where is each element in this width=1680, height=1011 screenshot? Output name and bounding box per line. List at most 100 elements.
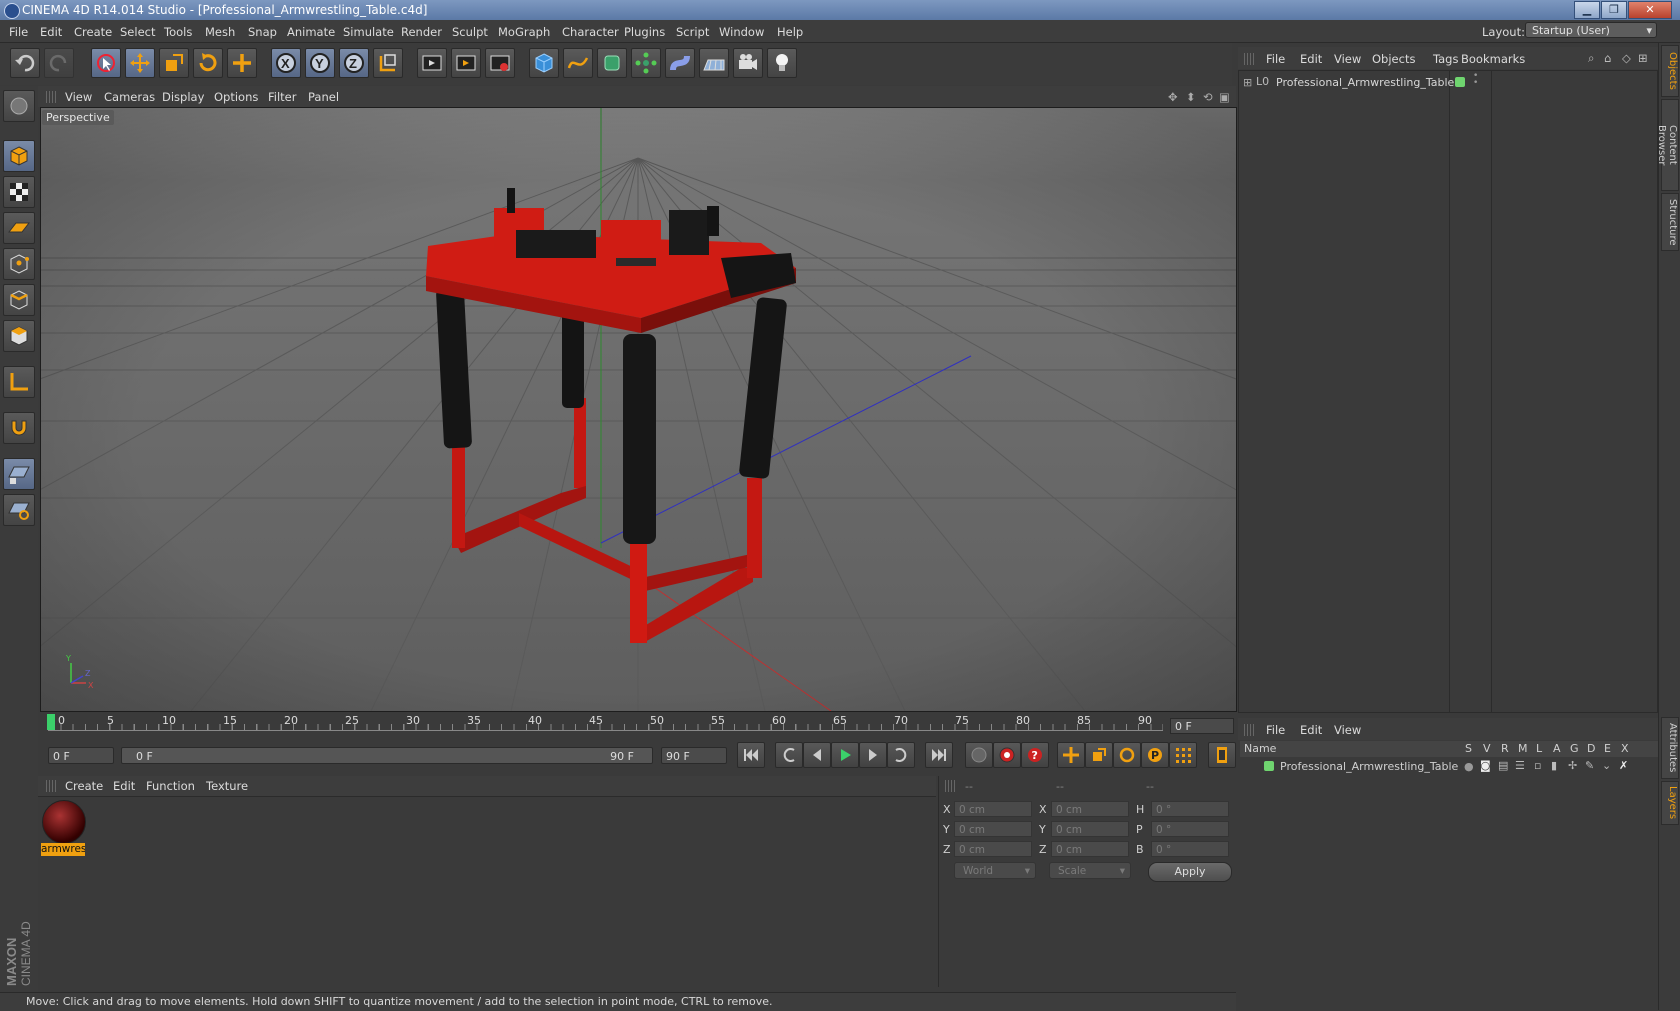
x-axis-lock-button[interactable]: X [271,48,301,78]
edit-render-settings-button[interactable] [485,48,515,78]
layer-col-r[interactable]: R [1501,742,1509,755]
menu-character[interactable]: Character [562,25,619,39]
rot-p-field[interactable]: 0 ° [1151,821,1229,837]
visible-toggle-icon[interactable]: ◙ [1480,759,1491,772]
layer-col-a[interactable]: A [1553,742,1561,755]
object-filter-icon[interactable]: ◇ [1622,51,1631,65]
material-menu-function[interactable]: Function [146,779,195,793]
menu-create[interactable]: Create [74,25,112,39]
material-list-area[interactable] [38,797,936,987]
add-nurbs-button[interactable] [597,48,627,78]
tab-structure[interactable]: Structure [1661,193,1679,251]
viewport-menu-filter[interactable]: Filter [268,90,296,104]
texture-mode-button[interactable] [3,176,35,208]
viewport-maximize-icon[interactable]: ▣ [1219,90,1230,104]
menu-render[interactable]: Render [401,25,442,39]
end-frame-field[interactable]: 90 F [661,747,727,764]
object-menu-edit[interactable]: Edit [1300,52,1322,66]
scene-canvas[interactable]: Y X Z [41,108,1236,711]
make-editable-button[interactable] [3,90,35,122]
visibility-dots-icon[interactable]: • • [1473,72,1478,88]
go-to-end-button[interactable] [925,742,953,768]
rotate-button[interactable] [193,48,223,78]
material-name[interactable]: armwres [41,843,85,856]
layer-col-m[interactable]: M [1518,742,1528,755]
layer-list[interactable]: Professional_Armwrestling_Table ● ◙ ▤ ☰ … [1238,757,1658,1010]
render-picture-viewer-button[interactable] [451,48,481,78]
play-button[interactable] [831,742,859,768]
object-menu-bookmarks[interactable]: Bookmarks [1461,52,1525,66]
viewport-menu-panel[interactable]: Panel [308,90,339,104]
add-camera-button[interactable] [733,48,763,78]
timeline-ruler[interactable]: 0 5 10 15 20 25 30 35 40 45 50 55 60 65 … [38,712,1236,734]
previous-key-button[interactable] [775,742,803,768]
menu-mesh[interactable]: Mesh [205,25,235,39]
material-menu-edit[interactable]: Edit [113,779,135,793]
menu-plugins[interactable]: Plugins [624,25,665,39]
layer-name[interactable]: Professional_Armwrestling_Table [1280,760,1458,773]
edges-mode-button[interactable] [3,284,35,316]
move-button[interactable] [125,48,155,78]
object-menu-objects[interactable]: Objects [1372,52,1415,66]
add-object-button[interactable] [227,48,257,78]
tab-objects[interactable]: Objects [1661,45,1679,97]
size-mode-select[interactable]: Scale ▾ [1049,862,1131,879]
points-mode-button[interactable] [3,248,35,280]
object-tree[interactable] [1238,70,1658,713]
layer-col-v[interactable]: V [1483,742,1491,755]
viewport-menu-display[interactable]: Display [162,90,204,104]
layer-col-name[interactable]: Name [1244,742,1276,755]
record-disabled-button[interactable] [965,742,993,768]
add-light-button[interactable] [767,48,797,78]
object-menu-tags[interactable]: Tags [1433,52,1458,66]
tab-attributes[interactable]: Attributes [1661,717,1679,779]
layer-menu-edit[interactable]: Edit [1300,723,1322,737]
playhead-marker[interactable] [47,714,55,730]
render-view-button[interactable] [417,48,447,78]
menu-window[interactable]: Window [719,25,764,39]
layer-col-l[interactable]: L [1536,742,1542,755]
start-frame-field[interactable]: 0 F [48,747,114,764]
new-view-icon[interactable]: ⊞ [1638,51,1648,65]
layer-col-e[interactable]: E [1604,742,1611,755]
object-menu-file[interactable]: File [1266,52,1285,66]
workplane-mode-button[interactable] [3,212,35,244]
perspective-viewport[interactable]: Y X Z [40,107,1237,712]
size-z-field[interactable]: 0 cm [1051,841,1129,857]
layer-color-swatch[interactable] [1264,761,1274,771]
layer-col-x[interactable]: X [1621,742,1629,755]
home-icon[interactable]: ⌂ [1604,51,1611,65]
add-floor-button[interactable] [699,48,729,78]
timeline-window-button[interactable] [1208,742,1236,768]
previous-frame-button[interactable] [803,742,831,768]
key-parameter-button[interactable]: P [1141,742,1169,768]
undo-button[interactable] [10,48,40,78]
layer-col-d[interactable]: D [1587,742,1595,755]
add-deformer-button[interactable] [665,48,695,78]
current-frame-field[interactable]: 0 F [1170,718,1234,734]
key-position-button[interactable] [1057,742,1085,768]
pos-y-field[interactable]: 0 cm [954,821,1032,837]
go-to-start-button[interactable] [737,742,765,768]
menu-select[interactable]: Select [120,25,155,39]
menu-file[interactable]: File [9,25,28,39]
model-mode-button[interactable] [3,140,35,172]
menu-mograph[interactable]: MoGraph [498,25,550,39]
material-menu-create[interactable]: Create [65,779,103,793]
close-button[interactable]: ✕ [1628,1,1672,19]
menu-edit[interactable]: Edit [40,25,62,39]
xref-toggle-icon[interactable]: ✗ [1619,759,1628,772]
size-x-field[interactable]: 0 cm [1051,801,1129,817]
render-toggle-icon[interactable]: ▤ [1498,759,1508,772]
search-icon[interactable]: ⌕ [1588,51,1594,66]
maximize-button[interactable]: ❐ [1601,1,1627,19]
pos-x-field[interactable]: 0 cm [954,801,1032,817]
key-scale-button[interactable] [1085,742,1113,768]
layer-col-s[interactable]: S [1465,742,1472,755]
layer-menu-view[interactable]: View [1334,723,1361,737]
viewport-pan-icon[interactable]: ✥ [1168,90,1178,104]
key-rotation-button[interactable] [1113,742,1141,768]
layer-row[interactable]: Professional_Armwrestling_Table ● ◙ ▤ ☰ … [1238,759,1656,775]
coordinate-system-button[interactable] [373,48,403,78]
next-frame-button[interactable] [859,742,887,768]
